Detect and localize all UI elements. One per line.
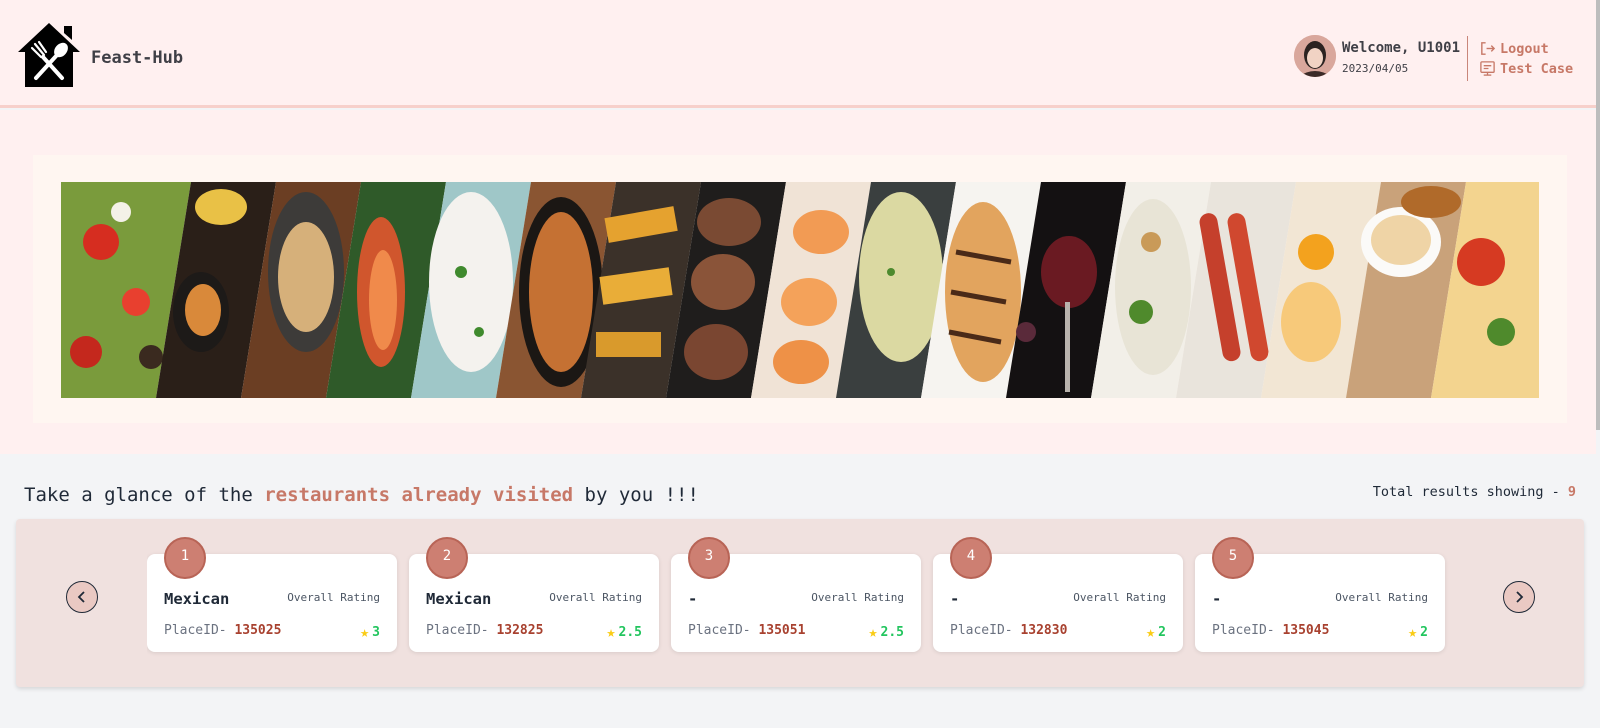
restaurant-card[interactable]: 3 - Overall Rating PlaceID- 135051 ★ 2.5 (671, 537, 921, 652)
card-index-badge: 3 (688, 537, 730, 579)
card-rating-label: Overall Rating (549, 591, 642, 604)
card-rating-value: 2 (1420, 624, 1428, 640)
card-cuisine: Mexican (426, 590, 492, 608)
current-date: 2023/04/05 (1342, 62, 1409, 75)
card-rating: ★ 2 (1146, 623, 1166, 641)
section-title-highlight: restaurants already visited (264, 484, 574, 506)
carousel-track: 1 Mexican Overall Rating PlaceID- 135025… (147, 519, 1455, 687)
card-place: PlaceID- 135025 (164, 623, 281, 638)
brand-name: Feast-Hub (91, 48, 184, 68)
test-case-label: Test Case (1500, 60, 1574, 77)
card-place: PlaceID- 135045 (1212, 623, 1329, 638)
card-place: PlaceID- 132830 (950, 623, 1067, 638)
card-rating-value: 2.5 (618, 624, 642, 640)
star-icon: ★ (606, 623, 616, 641)
logout-icon (1481, 42, 1496, 55)
card-cuisine: - (1212, 590, 1222, 608)
carousel-next-button[interactable] (1503, 581, 1535, 613)
total-results-label: Total results showing - (1372, 484, 1560, 500)
star-icon: ★ (868, 623, 878, 641)
card-place-label: PlaceID- (164, 623, 227, 638)
card-rating-label: Overall Rating (1073, 591, 1166, 604)
card-rating: ★ 2.5 (868, 623, 904, 641)
card-index-badge: 4 (950, 537, 992, 579)
food-collage-image (61, 182, 1539, 398)
restaurant-card[interactable]: 5 - Overall Rating PlaceID- 135045 ★ 2 (1195, 537, 1445, 652)
section-title-suffix: by you !!! (573, 484, 699, 506)
test-case-link[interactable]: Test Case (1479, 60, 1573, 77)
card-rating-label: Overall Rating (1335, 591, 1428, 604)
logout-label: Logout (1500, 40, 1549, 57)
header-divider (1467, 36, 1468, 81)
card-rating-value: 3 (372, 624, 380, 640)
card-cuisine: - (688, 590, 698, 608)
card-place-label: PlaceID- (426, 623, 489, 638)
test-case-icon (1480, 61, 1495, 76)
star-icon: ★ (1408, 623, 1418, 641)
chevron-left-icon (77, 591, 85, 603)
card-index-badge: 5 (1212, 537, 1254, 579)
card-place-label: PlaceID- (950, 623, 1013, 638)
card-rating: ★ 2.5 (606, 623, 642, 641)
carousel-prev-button[interactable] (66, 581, 98, 613)
avatar[interactable] (1294, 35, 1336, 77)
restaurant-logo-icon[interactable] (17, 22, 81, 88)
total-results: Total results showing - 9 (1373, 484, 1576, 500)
card-index-badge: 1 (164, 537, 206, 579)
welcome-text: Welcome, U1001 (1342, 40, 1461, 56)
card-place-label: PlaceID- (688, 623, 751, 638)
restaurant-card[interactable]: 1 Mexican Overall Rating PlaceID- 135025… (147, 537, 397, 652)
star-icon: ★ (1146, 623, 1156, 641)
star-icon: ★ (360, 623, 370, 641)
card-cuisine: - (950, 590, 960, 608)
card-place-id: 135051 (758, 623, 806, 638)
total-results-count: 9 (1567, 484, 1576, 500)
logout-link[interactable]: Logout (1479, 40, 1549, 57)
chevron-right-icon (1516, 591, 1524, 603)
card-index-badge: 2 (426, 537, 468, 579)
top-header: Feast-Hub Welcome, U1001 2023/04/05 Logo… (0, 0, 1596, 108)
restaurant-card[interactable]: 2 Mexican Overall Rating PlaceID- 132825… (409, 537, 659, 652)
card-rating: ★ 3 (360, 623, 380, 641)
restaurant-card[interactable]: 4 - Overall Rating PlaceID- 132830 ★ 2 (933, 537, 1183, 652)
section-title-prefix: Take a glance of the (24, 484, 265, 506)
page-scrollbar[interactable] (1596, 0, 1600, 430)
card-place-label: PlaceID- (1212, 623, 1275, 638)
card-place-id: 135025 (234, 623, 282, 638)
card-place-id: 132825 (496, 623, 544, 638)
card-rating-value: 2.5 (880, 624, 904, 640)
card-cuisine: Mexican (164, 590, 230, 608)
card-rating: ★ 2 (1408, 623, 1428, 641)
card-rating-label: Overall Rating (287, 591, 380, 604)
section-title: Take a glance of the restaurants already… (24, 484, 699, 506)
card-place-id: 135045 (1282, 623, 1330, 638)
card-place: PlaceID- 132825 (426, 623, 543, 638)
card-place-id: 132830 (1020, 623, 1068, 638)
card-place: PlaceID- 135051 (688, 623, 805, 638)
card-rating-value: 2 (1158, 624, 1166, 640)
visited-restaurants-carousel: 1 Mexican Overall Rating PlaceID- 135025… (16, 519, 1584, 687)
card-rating-label: Overall Rating (811, 591, 904, 604)
